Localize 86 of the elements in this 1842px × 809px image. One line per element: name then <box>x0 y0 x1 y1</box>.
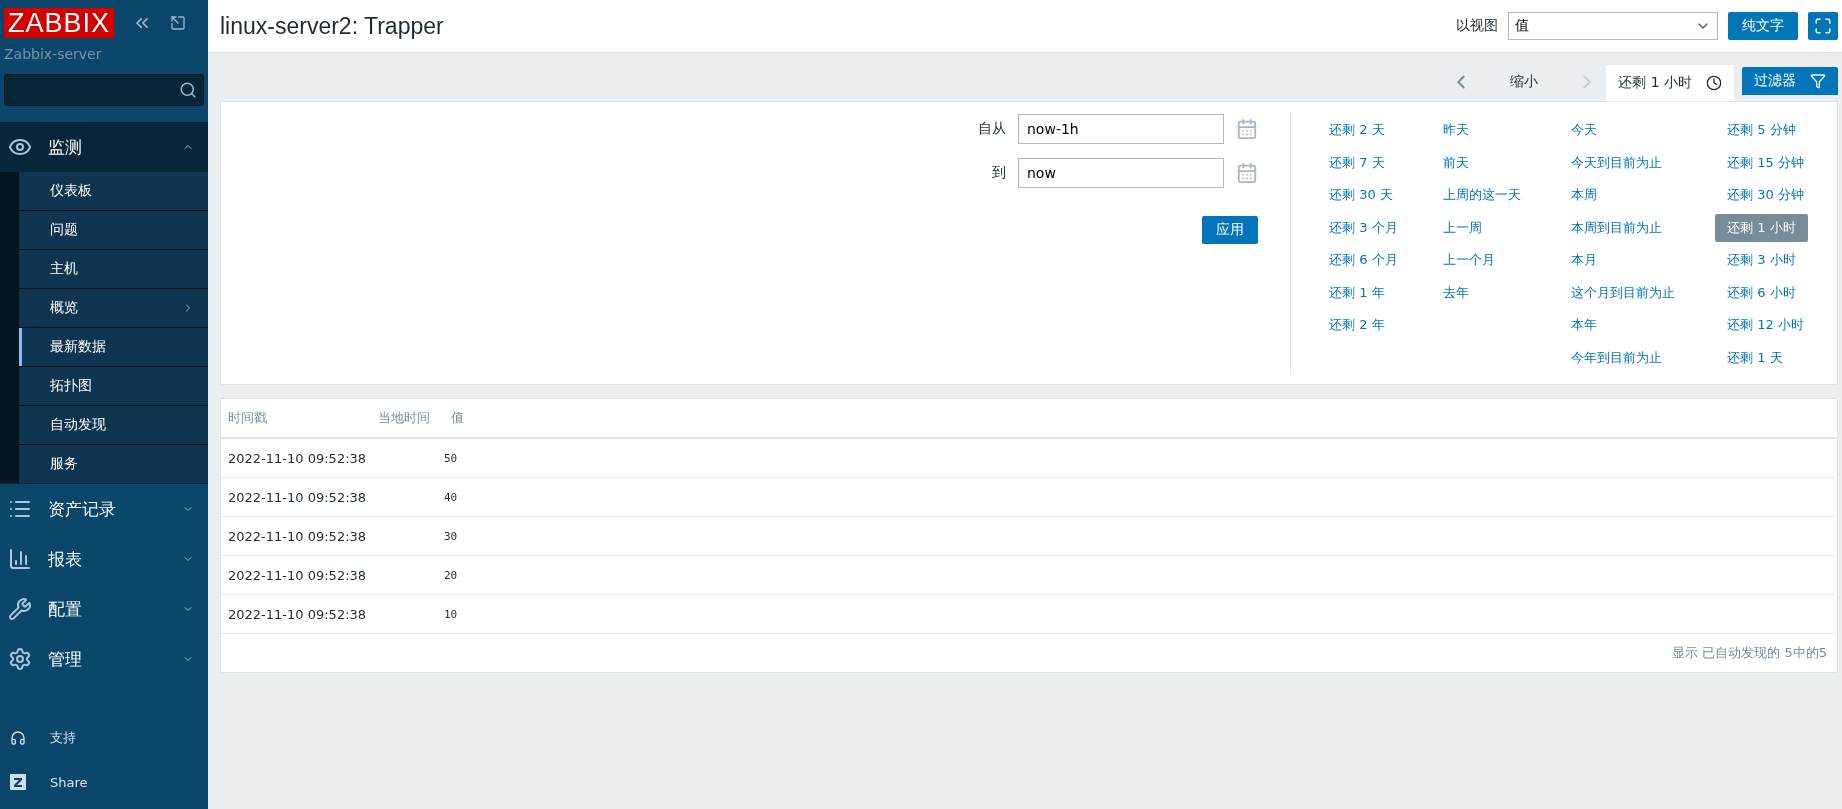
time-preset-link[interactable]: 还剩 3 小时 <box>1715 246 1808 274</box>
calendar-icon[interactable] <box>1236 118 1258 140</box>
time-preset-link[interactable]: 还剩 15 分钟 <box>1715 148 1816 177</box>
time-preset-link[interactable]: 还剩 30 天 <box>1317 181 1405 209</box>
kiosk-icon[interactable] <box>170 15 187 31</box>
time-preset-link[interactable]: 还剩 6 个月 <box>1317 246 1410 274</box>
column-header: 值 <box>450 409 465 427</box>
view-select[interactable]: 值 <box>1508 12 1718 40</box>
menu-icon <box>8 647 32 671</box>
headset-icon <box>10 730 26 746</box>
time-preset-link[interactable]: 本年 <box>1559 311 1609 339</box>
submenu-item[interactable]: 拓扑图 <box>19 367 208 405</box>
z-logo-icon <box>10 774 26 790</box>
value-cell-text: 10 <box>443 607 459 621</box>
to-input[interactable]: now <box>1018 158 1224 188</box>
menu-item[interactable]: 报表 <box>0 534 208 584</box>
plain-text-button[interactable]: 纯文字 <box>1728 12 1798 40</box>
from-input[interactable]: now-1h <box>1018 114 1224 144</box>
time-preset-link[interactable]: 还剩 5 分钟 <box>1715 116 1808 144</box>
column-header: 时间戳 <box>227 409 268 427</box>
fullscreen-button[interactable] <box>1808 12 1838 40</box>
submenu-item[interactable]: 主机 <box>19 250 208 288</box>
time-preset-link[interactable]: 昨天 <box>1431 116 1481 144</box>
time-preset-link[interactable]: 还剩 1 天 <box>1715 343 1795 372</box>
time-preset-link[interactable]: 还剩 30 分钟 <box>1715 181 1816 209</box>
menu-item[interactable]: 监测 <box>0 122 208 172</box>
timestamp-cell-text: 2022-11-10 09:52:38 <box>227 450 368 466</box>
menu-icon <box>8 597 32 621</box>
time-preset-link[interactable]: 今天到目前为止 <box>1559 148 1674 177</box>
server-name: Zabbix-server <box>4 46 103 62</box>
time-preset-link[interactable]: 还剩 1 小时 <box>1715 213 1808 242</box>
calendar-icon[interactable] <box>1236 162 1258 184</box>
timestamp-cell-text: 2022-11-10 09:52:38 <box>227 528 368 544</box>
submenu-item[interactable]: 概览 <box>19 289 208 327</box>
timestamp-cell-text: 2022-11-10 09:52:38 <box>227 489 368 505</box>
submenu-item[interactable]: 自动发现 <box>19 406 208 444</box>
search-icon <box>179 81 197 99</box>
time-preset-link[interactable]: 还剩 1 年 <box>1317 278 1397 307</box>
time-preset-link[interactable]: 还剩 7 天 <box>1317 148 1397 177</box>
search-field[interactable] <box>4 74 204 106</box>
time-preset-link[interactable]: 上周的这一天 <box>1431 181 1533 209</box>
tab[interactable]: 还剩 1 小时 <box>1606 65 1734 101</box>
value-cell-text: 40 <box>443 490 459 504</box>
footer-link[interactable]: Share <box>0 760 208 804</box>
submenu-item[interactable]: 仪表板 <box>19 172 208 210</box>
filter-icon <box>1810 73 1826 89</box>
clock-icon <box>1706 75 1722 91</box>
to-label: 到 <box>992 164 1006 182</box>
value-cell-text: 30 <box>443 529 459 543</box>
submenu-item[interactable]: 服务 <box>19 445 208 483</box>
time-preset-link[interactable]: 本月 <box>1559 246 1609 274</box>
column-header: 当地时间 <box>377 409 431 427</box>
menu-item[interactable]: 管理 <box>0 634 208 684</box>
fullscreen-icon <box>1814 17 1832 35</box>
time-preset-link[interactable]: 上一个月 <box>1431 246 1507 274</box>
time-preset-link[interactable]: 本周到目前为止 <box>1559 213 1674 242</box>
table-summary: 显示 已自动发现的 5中的5 <box>1672 644 1827 662</box>
view-label: 以视图 <box>1456 17 1498 35</box>
time-preset-link[interactable]: 还剩 6 小时 <box>1715 278 1808 307</box>
submenu-item[interactable]: 最新数据 <box>19 328 208 366</box>
apply-button[interactable]: 应用 <box>1202 216 1258 244</box>
time-preset-link[interactable]: 前天 <box>1431 148 1481 177</box>
from-label: 自从 <box>978 120 1006 138</box>
time-preset-link[interactable]: 这个月到目前为止 <box>1559 278 1687 307</box>
time-preset-link[interactable]: 本周 <box>1559 181 1609 209</box>
value-cell-text: 50 <box>443 451 459 465</box>
time-preset-link[interactable]: 还剩 12 小时 <box>1715 311 1816 339</box>
time-preset-link[interactable]: 还剩 3 个月 <box>1317 213 1410 242</box>
timestamp-cell-text: 2022-11-10 09:52:38 <box>227 567 368 583</box>
logo: ZABBIX <box>4 8 115 38</box>
zoom-out-button[interactable]: 缩小 <box>1480 73 1569 101</box>
value-cell-text: 20 <box>443 568 459 582</box>
tab[interactable]: 过滤器 <box>1742 67 1838 95</box>
menu-item[interactable]: 配置 <box>0 584 208 634</box>
time-preset-link[interactable]: 还剩 2 年 <box>1317 311 1397 339</box>
menu-icon <box>8 547 32 571</box>
time-preset-link[interactable]: 今年到目前为止 <box>1559 343 1674 372</box>
menu-item[interactable]: 资产记录 <box>0 484 208 534</box>
timestamp-cell-text: 2022-11-10 09:52:38 <box>227 606 368 622</box>
page-title: linux-server2: Trapper <box>220 12 445 40</box>
time-preset-link[interactable]: 上一周 <box>1431 213 1494 242</box>
time-preset-link[interactable]: 还剩 2 天 <box>1317 116 1397 144</box>
submenu-item[interactable]: 问题 <box>19 211 208 249</box>
footer-link[interactable]: 支持 <box>0 716 208 760</box>
time-preset-link[interactable]: 去年 <box>1431 278 1481 307</box>
time-preset-link[interactable]: 今天 <box>1559 116 1609 144</box>
